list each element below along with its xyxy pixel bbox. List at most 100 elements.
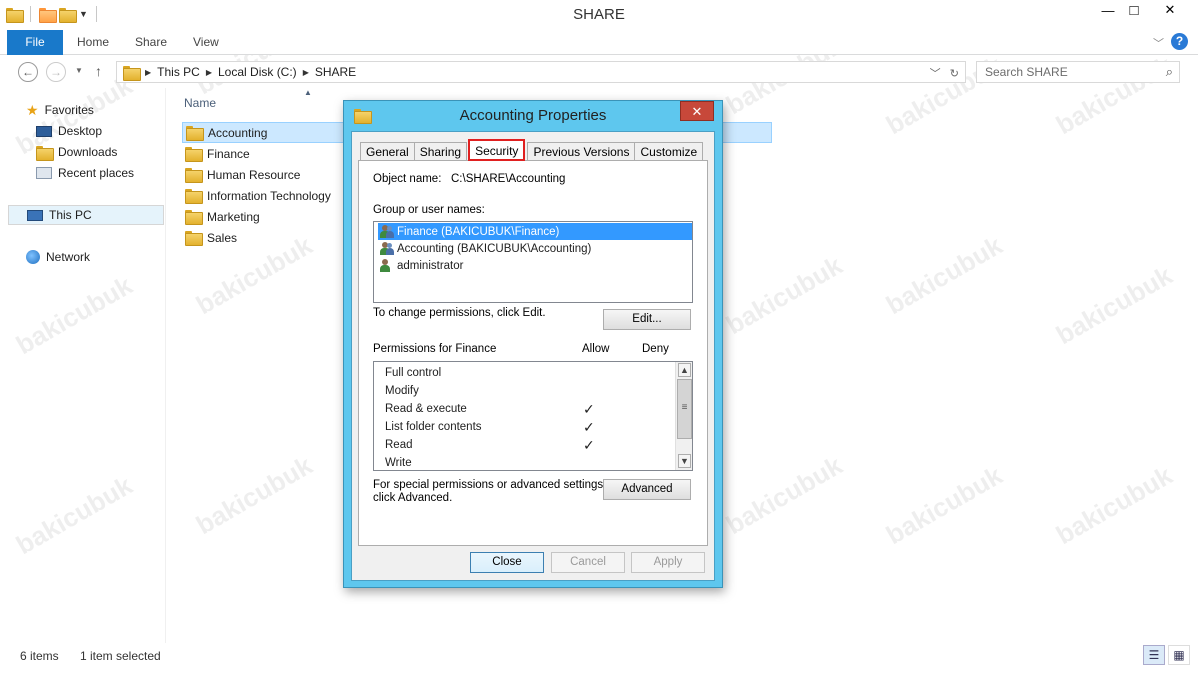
advanced-button[interactable]: Advanced (603, 479, 691, 500)
tab-sharing[interactable]: Sharing (413, 142, 468, 161)
perm-name: Modify (385, 385, 419, 397)
forward-button[interactable]: → (46, 62, 66, 82)
close-button[interactable]: ✕ (1146, 0, 1194, 20)
scroll-up-icon[interactable]: ▲ (678, 363, 691, 377)
edit-button[interactable]: Edit... (603, 309, 691, 330)
nav-recent-places[interactable]: Recent places (36, 163, 134, 183)
address-controls: ﹀ ↻ (930, 65, 959, 81)
special-permissions-text-2: click Advanced. (373, 492, 453, 504)
folder-icon (185, 210, 203, 225)
recent-locations-icon[interactable]: ▼ (75, 66, 83, 75)
security-panel: Object name: C:\SHARE\Accounting Group o… (358, 160, 708, 546)
perm-list-folder-contents: List folder contents ✓ (385, 418, 675, 436)
user-list[interactable]: Finance (BAKICUBUK\Finance) Accounting (… (373, 221, 693, 303)
address-bar[interactable]: ▶ This PC ▶ Local Disk (C:) ▶ SHARE ﹀ ↻ (116, 61, 966, 83)
object-name-label: Object name: (373, 173, 442, 185)
nav-network[interactable]: Network (26, 247, 90, 267)
scroll-thumb[interactable]: ≡ (677, 379, 692, 439)
nav-desktop-label: Desktop (58, 124, 103, 138)
file-name: Human Resource (207, 167, 301, 182)
group-icon (378, 224, 394, 239)
user-row-administrator[interactable]: administrator (378, 257, 692, 274)
user-icon (378, 258, 394, 273)
dialog-close-action-button[interactable]: Close (470, 552, 544, 573)
desktop-icon (36, 125, 52, 137)
computer-icon (27, 209, 43, 221)
perm-name: Full control (385, 367, 442, 379)
apply-button[interactable]: Apply (631, 552, 705, 573)
search-input[interactable]: Search SHARE ⌕ (976, 61, 1180, 83)
chevron-right-icon[interactable]: ▶ (206, 68, 212, 77)
scroll-down-icon[interactable]: ▼ (678, 454, 691, 468)
breadcrumb-this-pc[interactable]: This PC (157, 65, 200, 79)
deny-column-header: Deny (642, 343, 669, 355)
nav-favorites[interactable]: ★ Favorites (26, 100, 94, 120)
help-icon[interactable]: ? (1171, 33, 1188, 50)
allow-check: ✓ (583, 437, 595, 453)
refresh-icon[interactable]: ↻ (950, 68, 959, 80)
perm-read: Read ✓ (385, 436, 675, 454)
tab-view[interactable]: View (193, 30, 219, 55)
folder-icon (185, 231, 203, 246)
star-icon: ★ (26, 102, 39, 118)
tab-file[interactable]: File (7, 30, 63, 55)
downloads-icon (36, 145, 54, 161)
folder-icon (186, 126, 204, 141)
permissions-header: Permissions for Finance (373, 343, 497, 355)
minimize-button[interactable]: — (1094, 0, 1122, 20)
tab-home[interactable]: Home (77, 30, 109, 55)
user-name: Finance (BAKICUBUK\Finance) (397, 225, 560, 238)
nav-downloads-label: Downloads (58, 145, 118, 159)
status-item-count: 6 items (20, 649, 59, 663)
nav-downloads[interactable]: Downloads (36, 142, 117, 162)
maximize-button[interactable]: □ (1120, 0, 1148, 20)
sort-ascending-icon: ▲ (304, 88, 312, 97)
breadcrumb-share[interactable]: SHARE (315, 65, 356, 79)
file-name: Information Technology (207, 188, 331, 203)
column-header-name[interactable]: Name (184, 96, 216, 110)
ribbon: File Home Share View ﹀ ? (0, 30, 1198, 55)
folder-icon (123, 65, 141, 81)
details-view-button[interactable]: ☰ (1143, 645, 1165, 665)
group-user-label: Group or user names: (373, 204, 485, 216)
network-icon (26, 250, 40, 264)
user-row-accounting[interactable]: Accounting (BAKICUBUK\Accounting) (378, 240, 692, 257)
file-name: Marketing (207, 209, 260, 224)
nav-desktop[interactable]: Desktop (36, 121, 102, 141)
nav-thispc-label: This PC (49, 208, 92, 222)
tab-customize[interactable]: Customize (634, 142, 704, 161)
folder-icon (185, 189, 203, 204)
up-arrow-icon[interactable]: ↑ (95, 63, 102, 79)
file-name: Finance (207, 146, 250, 161)
perm-read-execute: Read & execute ✓ (385, 400, 675, 418)
chevron-right-icon[interactable]: ▶ (303, 68, 309, 77)
group-icon (378, 241, 394, 256)
permissions-list[interactable]: Full control Modify Read & execute ✓ Lis… (373, 361, 693, 471)
cancel-button[interactable]: Cancel (551, 552, 625, 573)
tab-security[interactable]: Security (468, 139, 526, 161)
back-button[interactable]: ← (18, 62, 38, 82)
file-name: Sales (207, 230, 238, 245)
allow-check: ✓ (583, 419, 595, 435)
object-name-value: C:\SHARE\Accounting (451, 173, 566, 185)
dialog-close-button[interactable]: ✕ (680, 101, 714, 121)
title-bar: ▼ SHARE — □ ✕ (0, 0, 1198, 30)
change-permissions-text: To change permissions, click Edit. (373, 307, 546, 319)
large-icons-view-button[interactable]: ▦ (1168, 645, 1190, 665)
chevron-right-icon[interactable]: ▶ (145, 68, 151, 77)
special-permissions-text: For special permissions or advanced sett… (373, 479, 607, 491)
breadcrumb-local-disk[interactable]: Local Disk (C:) (218, 65, 297, 79)
status-selected-count: 1 item selected (80, 649, 161, 663)
tab-previous-versions[interactable]: Previous Versions (527, 142, 636, 161)
nav-favorites-label: Favorites (44, 103, 94, 117)
user-row-finance[interactable]: Finance (BAKICUBUK\Finance) (378, 223, 692, 240)
tab-general[interactable]: General (360, 142, 415, 161)
dialog-tabs: General Sharing Security Previous Versio… (360, 139, 704, 161)
expand-ribbon-icon[interactable]: ﹀ (1153, 35, 1164, 51)
navigation-bar: ← → ▼ ↑ ▶ This PC ▶ Local Disk (C:) ▶ SH… (0, 56, 1198, 88)
tab-share[interactable]: Share (135, 30, 167, 55)
permissions-scrollbar[interactable]: ▲ ≡ ▼ (675, 362, 692, 470)
address-dropdown-icon[interactable]: ﹀ (930, 68, 941, 80)
search-icon[interactable]: ⌕ (1166, 64, 1173, 80)
nav-this-pc[interactable]: This PC (8, 205, 164, 225)
